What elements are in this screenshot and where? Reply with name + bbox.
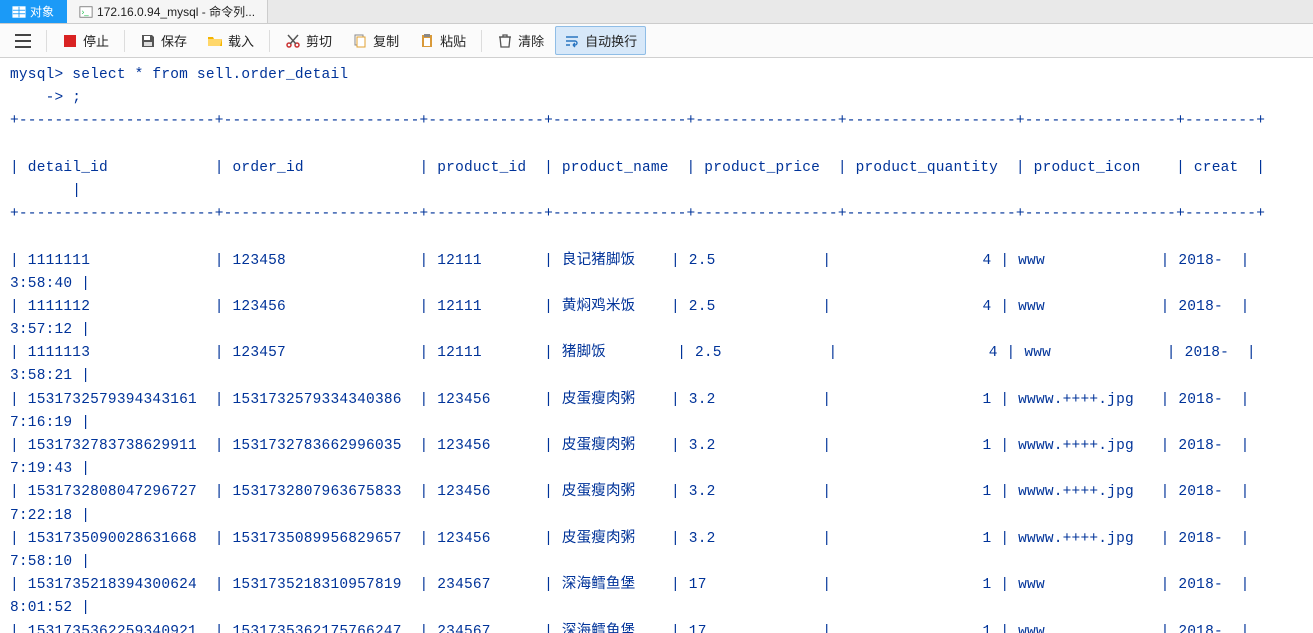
toolbar-label: 停止 — [83, 31, 109, 50]
separator — [481, 30, 482, 52]
console-output[interactable]: mysql> select * from sell.order_detail -… — [0, 58, 1313, 633]
scissors-icon — [285, 33, 301, 49]
toolbar-label: 载入 — [228, 31, 254, 50]
table-icon — [12, 5, 26, 19]
tab-label: 对象 — [30, 3, 54, 20]
trash-icon — [497, 33, 513, 49]
separator — [46, 30, 47, 52]
paste-button[interactable]: 粘贴 — [410, 26, 475, 55]
toolbar-label: 复制 — [373, 31, 399, 50]
toolbar-label: 自动换行 — [585, 31, 637, 50]
copy-icon — [352, 33, 368, 49]
toolbar-label: 粘贴 — [440, 31, 466, 50]
stop-button[interactable]: 停止 — [53, 26, 118, 55]
wrap-button[interactable]: 自动换行 — [555, 26, 646, 55]
clear-button[interactable]: 清除 — [488, 26, 553, 55]
cut-button[interactable]: 剪切 — [276, 26, 341, 55]
toolbar-label: 剪切 — [306, 31, 332, 50]
toolbar-label: 保存 — [161, 31, 187, 50]
separator — [124, 30, 125, 52]
load-button[interactable]: 载入 — [198, 26, 263, 55]
toolbar-label: 清除 — [518, 31, 544, 50]
tab-cli[interactable]: ›_ 172.16.0.94_mysql - 命令列... — [67, 0, 268, 23]
separator — [269, 30, 270, 52]
copy-button[interactable]: 复制 — [343, 26, 408, 55]
save-icon — [140, 33, 156, 49]
menu-button[interactable] — [6, 28, 40, 54]
tab-strip: 对象 ›_ 172.16.0.94_mysql - 命令列... — [0, 0, 1313, 24]
save-button[interactable]: 保存 — [131, 26, 196, 55]
clipboard-icon — [419, 33, 435, 49]
folder-open-icon — [207, 33, 223, 49]
svg-text:›_: ›_ — [82, 7, 90, 16]
stop-icon — [62, 33, 78, 49]
tab-label: 172.16.0.94_mysql - 命令列... — [97, 3, 255, 20]
toolbar: 停止 保存 载入 剪切 复制 粘贴 清除 自动换行 — [0, 24, 1313, 58]
tab-objects[interactable]: 对象 — [0, 0, 67, 23]
hamburger-icon — [15, 33, 31, 49]
terminal-icon: ›_ — [79, 5, 93, 19]
word-wrap-icon — [564, 33, 580, 49]
